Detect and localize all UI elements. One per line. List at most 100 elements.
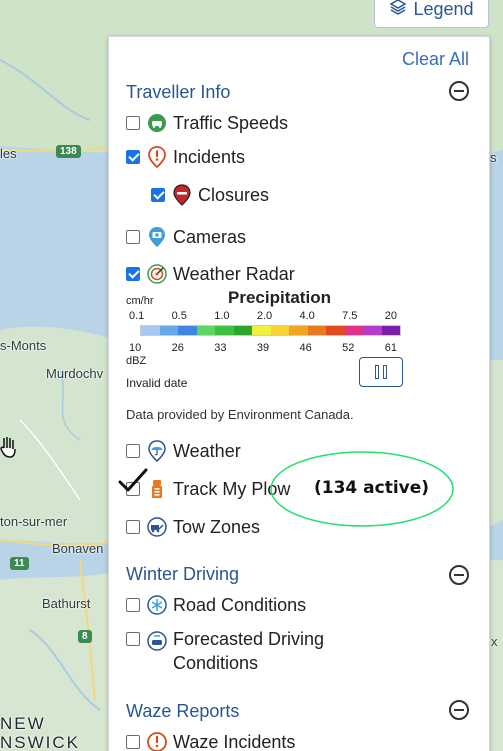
precip-color-swatch — [141, 326, 160, 335]
checkbox[interactable] — [126, 116, 140, 130]
section-title-traveller-info: Traveller Info — [126, 82, 231, 102]
scale-value: 10 — [129, 342, 142, 354]
layer-label-line: Forecasted Driving — [173, 629, 325, 649]
layer-weather[interactable]: Weather — [126, 440, 241, 462]
layer-traffic-speeds[interactable]: Traffic Speeds — [126, 112, 288, 134]
waze-alert-icon — [147, 731, 167, 751]
precip-color-swatch — [159, 326, 178, 335]
layer-label: Weather Radar — [173, 263, 295, 284]
map-label: ton-sur-mer — [0, 514, 68, 529]
layer-forecasted-driving[interactable]: Forecasted Driving Conditions — [126, 627, 324, 675]
precip-unit-bottom: dBZ — [126, 355, 147, 367]
layer-label: Traffic Speeds — [173, 112, 289, 133]
layer-tow-zones[interactable]: Tow Zones — [126, 516, 260, 538]
checkbox[interactable] — [126, 444, 140, 458]
layer-waze-incidents[interactable]: Waze Incidents — [126, 731, 295, 751]
map-label: NSWICK — [0, 733, 80, 751]
scale-value: 0.1 — [129, 310, 145, 322]
precip-color-swatch — [363, 326, 382, 335]
camera-pin-icon — [147, 226, 167, 248]
layer-road-conditions[interactable]: Road Conditions — [126, 594, 306, 616]
legend-button-label: Legend — [413, 0, 474, 19]
scale-value: 7.5 — [342, 310, 358, 322]
checkbox[interactable] — [126, 520, 140, 534]
layer-label: Weather — [173, 440, 241, 461]
clear-all-link[interactable]: Clear All — [402, 49, 469, 70]
checkbox-checked[interactable] — [126, 150, 140, 164]
route-shield: 138 — [56, 145, 81, 158]
section-title-winter-driving: Winter Driving — [126, 564, 240, 584]
precip-color-swatch — [178, 326, 197, 335]
collapse-waze-reports-button[interactable] — [449, 700, 469, 720]
layer-label: Cameras — [173, 226, 247, 247]
pause-icon — [375, 365, 387, 379]
layer-closures[interactable]: Closures — [151, 184, 269, 206]
checkbox[interactable] — [126, 230, 140, 244]
radar-pause-button[interactable] — [359, 357, 403, 387]
hand-cursor-icon — [0, 436, 16, 460]
forecast-car-icon — [147, 630, 167, 652]
map-label: s-Monts — [0, 338, 47, 353]
layer-label: Tow Zones — [173, 516, 261, 537]
checkbox[interactable] — [126, 735, 140, 749]
alert-pin-icon — [147, 146, 167, 168]
scale-value: 1.0 — [214, 310, 230, 322]
scale-value: 33 — [214, 342, 227, 354]
precip-color-swatch — [381, 326, 400, 335]
layer-label: Incidents — [173, 146, 246, 167]
map-label: x — [491, 634, 498, 649]
collapse-traveller-info-button[interactable] — [449, 81, 469, 101]
data-source-note: Data provided by Environment Canada. — [126, 407, 354, 422]
scale-value: 4.0 — [299, 310, 315, 322]
active-count-annotation: (134 active) — [314, 478, 430, 498]
scale-value: 0.5 — [171, 310, 187, 322]
layer-track-my-plow[interactable]: Track My Plow — [126, 478, 290, 500]
scale-value: 20 — [384, 310, 397, 322]
layers-icon — [389, 0, 407, 21]
scale-value: 39 — [256, 342, 270, 354]
precipitation-legend: Precipitation cm/hr 0.1 0.5 1.0 2.0 4.0 … — [126, 287, 406, 397]
layer-label: Road Conditions — [173, 594, 307, 615]
map-label: les — [0, 146, 17, 161]
radar-icon — [147, 263, 167, 285]
layer-label-line: Conditions — [173, 653, 259, 673]
precip-color-swatch — [289, 326, 308, 335]
precipitation-title: Precipitation — [228, 288, 331, 307]
checkbox[interactable] — [126, 632, 140, 646]
precip-color-swatch — [307, 326, 326, 335]
umbrella-pin-icon — [147, 440, 167, 462]
tow-truck-icon — [147, 516, 167, 538]
precip-color-swatch — [252, 326, 271, 335]
scale-value: 46 — [299, 342, 312, 354]
precip-color-swatch — [233, 326, 252, 335]
precip-unit-top: cm/hr — [126, 295, 154, 307]
closure-pin-icon — [172, 184, 192, 206]
scale-value: 2.0 — [256, 310, 273, 322]
checkbox[interactable] — [126, 598, 140, 612]
precip-color-swatch — [196, 326, 215, 335]
precip-color-swatch — [344, 326, 363, 335]
route-shield: 8 — [78, 630, 92, 643]
checkbox-checked[interactable] — [126, 267, 140, 281]
collapse-winter-driving-button[interactable] — [449, 565, 469, 585]
snowflake-icon — [147, 594, 167, 616]
legend-button[interactable]: Legend — [374, 0, 489, 28]
layer-incidents[interactable]: Incidents — [126, 146, 245, 168]
map-label: Murdochv — [46, 366, 104, 381]
scale-value: 61 — [384, 342, 397, 354]
layers-panel: Clear All Traveller Info Traffic Speeds … — [108, 36, 490, 751]
precip-scale-top: 0.1 0.5 1.0 2.0 4.0 7.5 20 — [129, 310, 397, 322]
map-label: Bonaven — [52, 541, 104, 556]
precip-scale-bottom: 10 26 33 39 46 52 61 — [129, 342, 397, 354]
layer-label: Closures — [198, 184, 270, 205]
precip-color-swatch — [215, 326, 234, 335]
map-label: s — [490, 150, 497, 165]
route-shield: 11 — [10, 557, 29, 570]
plow-icon — [147, 478, 167, 500]
scale-value: 52 — [342, 342, 355, 354]
map-label: Bathurst — [42, 596, 91, 611]
layer-cameras[interactable]: Cameras — [126, 226, 246, 248]
checkbox-checked[interactable] — [151, 188, 165, 202]
checkbox[interactable] — [126, 482, 140, 496]
layer-weather-radar[interactable]: Weather Radar — [126, 263, 295, 285]
